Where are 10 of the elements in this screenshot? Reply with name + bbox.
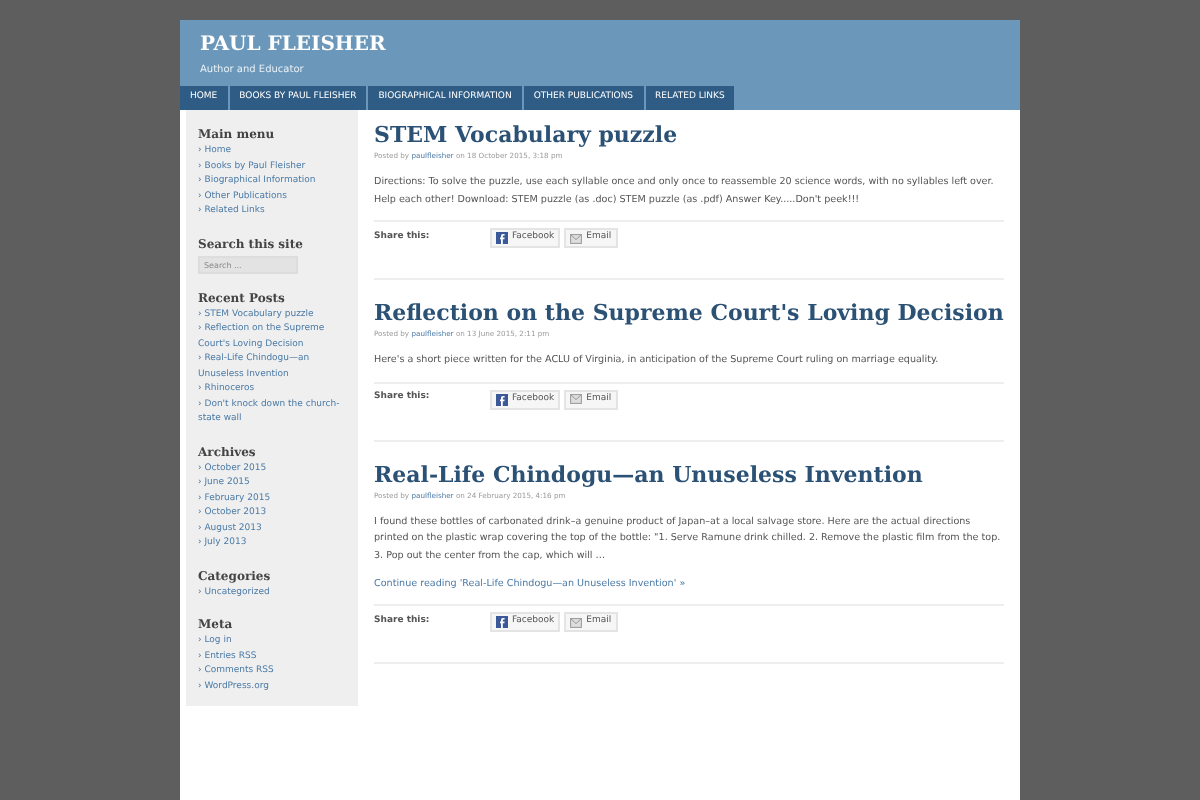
- email-icon: [570, 233, 583, 243]
- site-title[interactable]: PAUL FLEISHER: [200, 34, 1000, 58]
- facebook-icon: [496, 616, 508, 628]
- email-icon: [570, 617, 583, 627]
- post-title[interactable]: Real-Life Chindogu—an Unuseless Invention: [374, 461, 1004, 489]
- post-title[interactable]: Reflection on the Supreme Court's Loving Decision: [374, 300, 1004, 328]
- facebook-icon: [496, 393, 508, 405]
- facebook-icon: [496, 232, 508, 244]
- post-title[interactable]: STEM Vocabulary puzzle: [374, 122, 1004, 150]
- email-icon: [570, 394, 583, 404]
